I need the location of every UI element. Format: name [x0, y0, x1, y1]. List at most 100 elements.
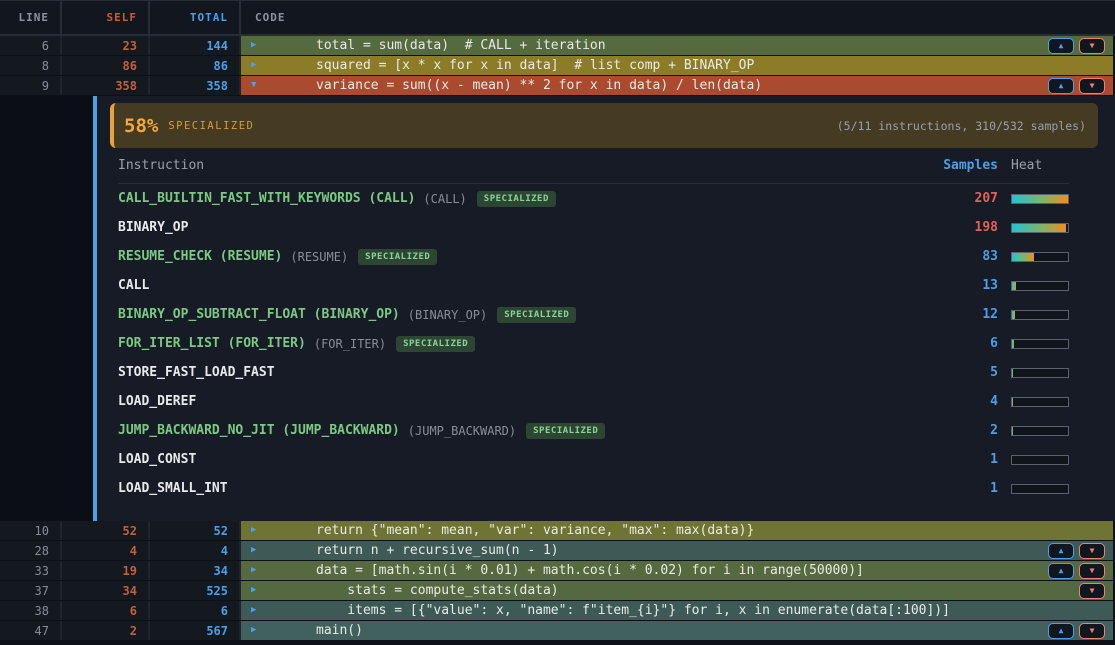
- instruction-row: JUMP_BACKWARD_NO_JIT (JUMP_BACKWARD) (JU…: [118, 416, 1069, 445]
- jump-up-button[interactable]: ▲: [1048, 563, 1074, 579]
- code-row-line-6[interactable]: 6 23 144 ▶ total = sum(data) # CALL + it…: [0, 36, 1115, 56]
- jump-up-button[interactable]: ▲: [1048, 38, 1074, 54]
- self-samples: 358: [62, 76, 150, 95]
- jump-down-button[interactable]: ▼: [1079, 543, 1105, 559]
- code-row-line-37[interactable]: 37 34 525 ▶ stats = compute_stats(data) …: [0, 581, 1115, 601]
- code-cell[interactable]: ▶ stats = compute_stats(data) ▼: [241, 581, 1113, 600]
- jump-down-button[interactable]: ▼: [1079, 78, 1105, 94]
- source-code: variance = sum((x - mean) ** 2 for x in …: [316, 78, 762, 93]
- instruction-row: LOAD_CONST 1: [118, 445, 1069, 474]
- code-row-line-33[interactable]: 33 19 34 ▶ data = [math.sin(i * 0.01) + …: [0, 561, 1115, 581]
- expand-collapsed-icon[interactable]: ▶: [251, 566, 256, 575]
- total-samples: 52: [150, 521, 241, 540]
- total-samples: 6: [150, 601, 241, 620]
- jump-down-button[interactable]: ▼: [1079, 583, 1105, 599]
- code-row-line-9[interactable]: 9 358 358 ▼ variance = sum((x - mean) **…: [0, 76, 1115, 96]
- line-number: 47: [0, 621, 62, 640]
- heat-bar: [1011, 455, 1069, 465]
- code-cell[interactable]: ▶ return n + recursive_sum(n - 1) ▲ ▼: [241, 541, 1113, 560]
- jump-up-button[interactable]: ▲: [1048, 543, 1074, 559]
- expand-expanded-icon[interactable]: ▼: [251, 81, 256, 90]
- specialized-badge: SPECIALIZED: [526, 423, 605, 439]
- code-cell[interactable]: ▶ total = sum(data) # CALL + iteration ▲…: [241, 36, 1113, 55]
- heat-bar: [1011, 426, 1069, 436]
- heat-bar: [1011, 223, 1069, 233]
- samples-count: 83: [908, 249, 998, 264]
- line-number: 38: [0, 601, 62, 620]
- instruction-name: BINARY_OP: [118, 220, 188, 235]
- heat-fill: [1012, 253, 1034, 261]
- code-cell[interactable]: ▶ squared = [x * x for x in data] # list…: [241, 56, 1113, 75]
- expand-collapsed-icon[interactable]: ▶: [251, 626, 256, 635]
- code-cell[interactable]: ▶ return {"mean": mean, "var": variance,…: [241, 521, 1113, 540]
- base-opcode: (JUMP_BACKWARD): [408, 424, 516, 438]
- expand-collapsed-icon[interactable]: ▶: [251, 606, 256, 615]
- jump-down-button[interactable]: ▼: [1079, 623, 1105, 639]
- samples-count: 12: [908, 307, 998, 322]
- instruction-row: STORE_FAST_LOAD_FAST 5: [118, 358, 1069, 387]
- total-samples: 4: [150, 541, 241, 560]
- heat-bar: [1011, 368, 1069, 378]
- base-opcode: (RESUME): [290, 250, 348, 264]
- source-code: squared = [x * x for x in data] # list c…: [316, 58, 754, 73]
- instruction-row: BINARY_OP 198: [118, 213, 1069, 242]
- base-opcode: (BINARY_OP): [408, 308, 487, 322]
- samples-count: 1: [908, 452, 998, 467]
- base-opcode: (CALL): [423, 192, 466, 206]
- line-number: 33: [0, 561, 62, 580]
- expand-collapsed-icon[interactable]: ▶: [251, 526, 256, 535]
- line-number: 6: [0, 36, 62, 55]
- sort-header-samples[interactable]: Samples: [908, 158, 998, 173]
- self-samples: 23: [62, 36, 150, 55]
- code-row-line-28[interactable]: 28 4 4 ▶ return n + recursive_sum(n - 1)…: [0, 541, 1115, 561]
- source-code: return {"mean": mean, "var": variance, "…: [316, 523, 754, 538]
- expand-collapsed-icon[interactable]: ▶: [251, 61, 256, 70]
- jump-down-button[interactable]: ▼: [1079, 38, 1105, 54]
- self-samples: 19: [62, 561, 150, 580]
- code-cell[interactable]: ▼ variance = sum((x - mean) ** 2 for x i…: [241, 76, 1113, 95]
- expand-collapsed-icon[interactable]: ▶: [251, 41, 256, 50]
- self-samples: 4: [62, 541, 150, 560]
- jump-up-button[interactable]: ▲: [1048, 623, 1074, 639]
- code-row-line-47[interactable]: 47 2 567 ▶ main() ▲ ▼: [0, 621, 1115, 641]
- source-code: return n + recursive_sum(n - 1): [316, 543, 559, 558]
- total-samples: 34: [150, 561, 241, 580]
- sort-header-heat[interactable]: Heat: [998, 158, 1069, 173]
- detail-connector-line: [93, 96, 97, 521]
- source-code: stats = compute_stats(data): [316, 583, 559, 598]
- heat-fill: [1012, 195, 1068, 203]
- samples-count: 1: [908, 481, 998, 496]
- code-row-line-10[interactable]: 10 52 52 ▶ return {"mean": mean, "var": …: [0, 521, 1115, 541]
- jump-up-button[interactable]: ▲: [1048, 78, 1074, 94]
- instruction-name: RESUME_CHECK (RESUME): [118, 249, 282, 264]
- code-cell[interactable]: ▶ items = [{"value": x, "name": f"item_{…: [241, 601, 1113, 620]
- instruction-row: CALL 13: [118, 271, 1069, 300]
- instruction-name: JUMP_BACKWARD_NO_JIT (JUMP_BACKWARD): [118, 423, 400, 438]
- instruction-table-header: Instruction Samples Heat: [118, 148, 1069, 184]
- total-samples: 525: [150, 581, 241, 600]
- code-row-line-38[interactable]: 38 6 6 ▶ items = [{"value": x, "name": f…: [0, 601, 1115, 621]
- line-number: 8: [0, 56, 62, 75]
- heat-fill: [1012, 282, 1016, 290]
- self-samples: 2: [62, 621, 150, 640]
- specialized-badge: SPECIALIZED: [477, 191, 556, 207]
- expand-collapsed-icon[interactable]: ▶: [251, 546, 256, 555]
- specialized-badge: SPECIALIZED: [358, 249, 437, 265]
- source-code: main(): [316, 623, 363, 638]
- samples-count: 13: [908, 278, 998, 293]
- specialized-percent: 58%: [124, 115, 158, 137]
- heat-fill: [1012, 340, 1014, 348]
- base-opcode: (FOR_ITER): [314, 337, 386, 351]
- instruction-name: FOR_ITER_LIST (FOR_ITER): [118, 336, 306, 351]
- code-cell[interactable]: ▶ main() ▲ ▼: [241, 621, 1113, 640]
- total-samples: 144: [150, 36, 241, 55]
- sort-header-instruction[interactable]: Instruction: [118, 158, 908, 173]
- code-row-line-8[interactable]: 8 86 86 ▶ squared = [x * x for x in data…: [0, 56, 1115, 76]
- code-cell[interactable]: ▶ data = [math.sin(i * 0.01) + math.cos(…: [241, 561, 1113, 580]
- heat-bar: [1011, 310, 1069, 320]
- line-number: 37: [0, 581, 62, 600]
- expand-collapsed-icon[interactable]: ▶: [251, 586, 256, 595]
- jump-down-button[interactable]: ▼: [1079, 563, 1105, 579]
- heat-fill: [1012, 369, 1013, 377]
- instruction-name: LOAD_SMALL_INT: [118, 481, 228, 496]
